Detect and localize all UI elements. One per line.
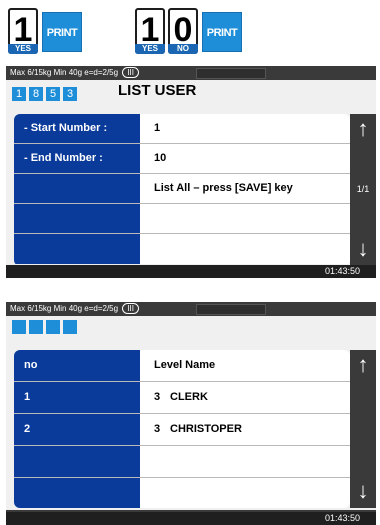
arrow-up-icon[interactable]: ↑ (352, 352, 374, 378)
clock: 01:43:50 (324, 513, 360, 523)
end-number-row[interactable]: - End Number : 10 (14, 144, 350, 174)
row-number (14, 446, 140, 477)
end-number-value[interactable]: 10 (140, 144, 350, 173)
table-row[interactable]: 2 3 CHRISTOPER (14, 414, 350, 446)
start-number-value[interactable]: 1 (140, 114, 350, 143)
arrow-down-icon[interactable]: ↓ (352, 478, 374, 504)
table-header: no Level Name (14, 350, 350, 382)
print-key-2[interactable]: PRINT (202, 12, 242, 52)
start-number-row[interactable]: - Start Number : 1 (14, 114, 350, 144)
empty-value (140, 204, 350, 233)
code-digit (46, 320, 60, 334)
row-number (14, 478, 140, 508)
row-level-name (140, 446, 350, 477)
yes-key-digit: 1 (13, 11, 33, 49)
status-slot (196, 304, 266, 315)
yes-key-2[interactable]: 1 YES (135, 8, 165, 54)
list-all-row[interactable]: List All – press [SAVE] key (14, 174, 350, 204)
level-name-header: Level Name (140, 350, 350, 381)
code-digit: 3 (63, 87, 77, 101)
level: 3 (154, 391, 161, 403)
time-bar: 01:43:50 (6, 512, 376, 525)
scroll-rail: ↑ ↓ (350, 350, 376, 508)
no-key-label: NO (168, 44, 198, 54)
code-digit: 1 (12, 87, 26, 101)
code-digit: 8 (29, 87, 43, 101)
user-name: CHRISTOPER (170, 423, 242, 435)
arrow-down-icon[interactable]: ↓ (352, 236, 374, 262)
print-key-2-label: PRINT (206, 27, 238, 39)
status-bar: Max 6/15kg Min 40g e=d=2/5g III (6, 66, 376, 80)
empty-value (140, 234, 350, 264)
clock: 01:43:50 (324, 266, 360, 276)
start-number-label: - Start Number : (14, 114, 140, 143)
accuracy-class-badge: III (122, 67, 139, 78)
code-digit (63, 320, 77, 334)
list-user-screen: Max 6/15kg Min 40g e=d=2/5g III 1853 LIS… (6, 66, 376, 278)
end-number-label: - End Number : (14, 144, 140, 173)
empty-row (14, 204, 350, 234)
screen-header (6, 316, 376, 338)
accuracy-class-badge: III (122, 303, 139, 314)
code-digit (29, 320, 43, 334)
empty-row (14, 234, 350, 264)
no-key-digit: 0 (173, 11, 193, 49)
status-bar: Max 6/15kg Min 40g e=d=2/5g III (6, 302, 376, 316)
code-digit (12, 320, 26, 334)
row-level-name: 3 CHRISTOPER (140, 414, 350, 445)
screen-body: no Level Name 1 3 CLERK 2 3 CHRISTOPER ↑ (6, 338, 376, 510)
no-header: no (14, 350, 140, 381)
list-all-hint: List All – press [SAVE] key (140, 174, 350, 203)
table-row (14, 446, 350, 478)
yes-key-2-digit: 1 (140, 11, 160, 49)
yes-key-label: YES (8, 44, 38, 54)
empty-label (14, 174, 140, 203)
row-number: 1 (14, 382, 140, 413)
row-level-name (140, 478, 350, 508)
status-slot (196, 68, 266, 79)
status-text: Max 6/15kg Min 40g e=d=2/5g (10, 68, 119, 77)
screen-header: 1853 LIST USER (6, 80, 376, 102)
row-number: 2 (14, 414, 140, 445)
empty-label (14, 204, 140, 233)
level: 3 (154, 423, 161, 435)
yes-key-2-label: YES (135, 44, 165, 54)
code-digit: 5 (46, 87, 60, 101)
table-row[interactable]: 1 3 CLERK (14, 382, 350, 414)
screen-body: - Start Number : 1 - End Number : 10 Lis… (6, 102, 376, 266)
print-key-label: PRINT (46, 27, 78, 39)
scroll-rail: ↑ 1/1 ↓ (350, 114, 376, 266)
page-title: LIST USER (118, 82, 197, 99)
print-key[interactable]: PRINT (42, 12, 82, 52)
yes-key[interactable]: 1 YES (8, 8, 38, 54)
user-level-screen: Max 6/15kg Min 40g e=d=2/5g III no Level… (6, 302, 376, 525)
code-digits: 1853 (12, 84, 80, 101)
page-indicator: 1/1 (356, 184, 370, 194)
code-digits (12, 320, 80, 334)
empty-label (14, 234, 140, 264)
arrow-up-icon[interactable]: ↑ (352, 116, 374, 142)
status-text: Max 6/15kg Min 40g e=d=2/5g (10, 304, 119, 313)
time-bar: 01:43:50 (6, 265, 376, 278)
user-name: CLERK (170, 391, 208, 403)
user-table: no Level Name 1 3 CLERK 2 3 CHRISTOPER (14, 350, 350, 508)
no-key[interactable]: 0 NO (168, 8, 198, 54)
form-table: - Start Number : 1 - End Number : 10 Lis… (14, 114, 350, 266)
table-row (14, 478, 350, 508)
key-row: 1 YES PRINT 1 YES 0 NO PRINT (0, 0, 380, 62)
row-level-name: 3 CLERK (140, 382, 350, 413)
